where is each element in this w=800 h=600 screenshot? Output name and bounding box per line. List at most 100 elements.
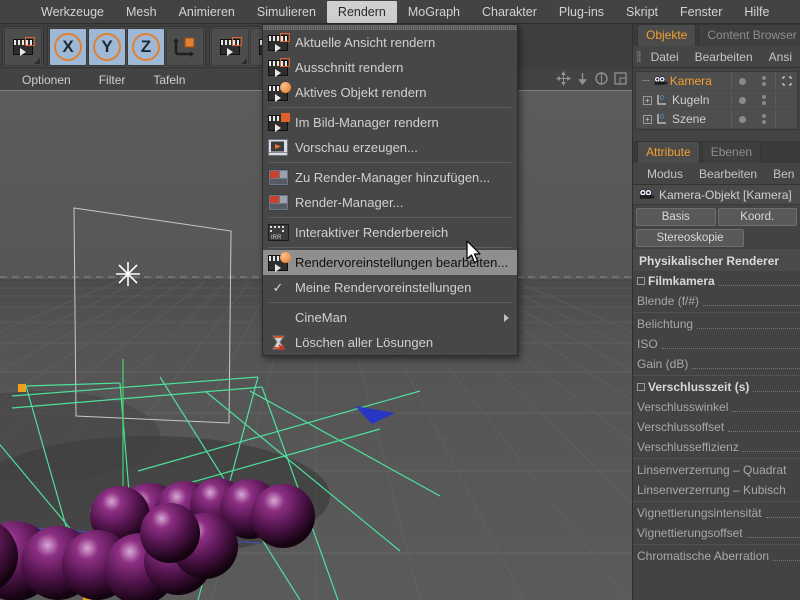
menu-item-label: Ausschnitt rendern — [295, 60, 404, 75]
object-tag-protection[interactable] — [775, 72, 797, 90]
object-manager-grip[interactable] — [637, 51, 641, 62]
prop-linsenverzerrung-quadrat[interactable]: Linsenverzerrung – Quadrat — [633, 460, 800, 480]
prop-iso[interactable]: ISO — [633, 334, 800, 354]
prop-chromatische-aberration[interactable]: Chromatische Aberration — [633, 546, 800, 566]
prop-verschlusszeit[interactable]: Verschlusszeit (s) — [633, 377, 800, 397]
world-object-axis-toggle[interactable] — [166, 27, 204, 66]
maximize-view-icon[interactable] — [613, 71, 628, 86]
tab-content-browser[interactable]: Content Browser — [698, 24, 800, 46]
expand-kugeln-icon[interactable]: + — [643, 95, 652, 105]
axis-x-toggle[interactable]: X — [49, 27, 87, 66]
prop-linsenverzerrung-kubisch[interactable]: Linsenverzerrung – Kubisch — [633, 480, 800, 500]
expand-szene-icon[interactable]: + — [643, 114, 652, 124]
property-separator — [633, 312, 800, 313]
prop-label: Verschlusszeit (s) — [648, 380, 750, 394]
am-menu-bearbeiten[interactable]: Bearbeiten — [691, 167, 765, 181]
menu-item-loeschen-aller-loesungen[interactable]: Löschen aller Lösungen — [263, 330, 517, 355]
pill-basis[interactable]: Basis — [636, 208, 716, 226]
menu-charakter[interactable]: Charakter — [471, 1, 548, 23]
object-visibility-dots[interactable] — [731, 110, 753, 128]
object-row-kugeln[interactable]: + 0 Kugeln — [636, 91, 797, 110]
viewport-menu-filter[interactable]: Filter — [85, 73, 140, 87]
om-menu-datei[interactable]: Datei — [643, 50, 687, 64]
menu-skript[interactable]: Skript — [615, 1, 669, 23]
menu-item-rendervoreinstellungen-bearbeiten[interactable]: Rendervoreinstellungen bearbeiten... — [263, 250, 517, 275]
menu-item-aktuelle-ansicht-rendern[interactable]: Aktuelle Ansicht rendern — [263, 30, 517, 55]
menu-item-cineman[interactable]: CineMan — [263, 305, 517, 330]
menu-item-meine-rendervoreinstellungen[interactable]: ✓ Meine Rendervoreinstellungen — [263, 275, 517, 300]
am-menu-modus[interactable]: Modus — [639, 167, 691, 181]
prop-blende[interactable]: Blende (f/#) — [633, 291, 800, 311]
pill-spacer — [746, 229, 797, 247]
menu-mograph[interactable]: MoGraph — [397, 1, 471, 23]
checkbox-icon[interactable] — [637, 277, 645, 285]
menu-item-im-bild-manager-rendern[interactable]: Im Bild-Manager rendern — [263, 110, 517, 135]
prop-vignettierungsintensitaet[interactable]: Vignettierungsintensität — [633, 503, 800, 523]
pill-stereoskopie[interactable]: Stereoskopie — [636, 229, 744, 247]
menu-item-aktives-objekt-rendern[interactable]: Aktives Objekt rendern — [263, 80, 517, 105]
object-visibility-dots[interactable] — [731, 72, 753, 90]
prop-label: Blende (f/#) — [637, 294, 700, 308]
axis-z-toggle[interactable]: Z — [127, 27, 165, 66]
render-active-view-button[interactable] — [211, 27, 249, 66]
prop-verschlusswinkel[interactable]: Verschlusswinkel — [633, 397, 800, 417]
object-render-dots[interactable] — [753, 110, 775, 128]
scale-view-icon[interactable] — [575, 71, 590, 86]
menu-rendern[interactable]: Rendern — [326, 0, 397, 23]
prop-verschlusseffizienz[interactable]: Verschlusseffizienz — [633, 437, 800, 457]
axis-y-toggle[interactable]: Y — [88, 27, 126, 66]
render-group — [2, 25, 44, 68]
menu-hilfe[interactable]: Hilfe — [733, 1, 780, 23]
add-render-queue-icon — [265, 167, 291, 189]
om-menu-bearbeiten[interactable]: Bearbeiten — [687, 50, 761, 64]
menu-fenster[interactable]: Fenster — [669, 1, 733, 23]
render-queue-icon — [265, 192, 291, 214]
object-manager-tabs: Objekte Content Browser S — [633, 24, 800, 46]
rotate-view-icon[interactable] — [594, 71, 609, 86]
attribute-property-list: Filmkamera Blende (f/#) Belichtung ISO G… — [633, 271, 800, 566]
object-render-dots[interactable] — [753, 72, 775, 90]
menu-animieren[interactable]: Animieren — [168, 1, 246, 23]
prop-gain[interactable]: Gain (dB) — [633, 354, 800, 374]
menu-separator — [269, 162, 511, 163]
prop-filmkamera[interactable]: Filmkamera — [633, 271, 800, 291]
prop-vignettierungsoffset[interactable]: Vignettierungsoffset — [633, 523, 800, 543]
object-row-kamera[interactable]: ─ Kamera — [636, 72, 797, 91]
menu-plugins[interactable]: Plug-ins — [548, 1, 615, 23]
light-area-wireframe — [73, 207, 232, 424]
am-menu-benutzerdaten[interactable]: Ben — [765, 167, 800, 181]
axis-z-icon: Z — [132, 32, 160, 61]
object-visibility-dots[interactable] — [731, 91, 753, 109]
move-view-icon[interactable] — [556, 71, 571, 86]
menu-item-zu-render-manager-hinzufuegen[interactable]: Zu Render-Manager hinzufügen... — [263, 165, 517, 190]
prop-verschlussoffset[interactable]: Verschlussoffset — [633, 417, 800, 437]
viewport-menu-tafeln[interactable]: Tafeln — [139, 73, 199, 87]
cineman-icon — [265, 307, 291, 329]
menu-item-label: Aktives Objekt rendern — [295, 85, 427, 100]
tab-attribute[interactable]: Attribute — [637, 141, 700, 163]
menu-item-render-manager[interactable]: Render-Manager... — [263, 190, 517, 215]
menu-item-ausschnitt-rendern[interactable]: Ausschnitt rendern — [263, 55, 517, 80]
prop-label: Chromatische Aberration — [637, 549, 770, 563]
checkbox-icon[interactable] — [637, 383, 645, 391]
render-view-button[interactable] — [4, 27, 42, 66]
render-object-icon — [265, 81, 291, 104]
om-menu-ansicht[interactable]: Ansi — [761, 50, 800, 64]
right-panel: Objekte Content Browser S Datei Bearbeit… — [632, 24, 800, 600]
menu-separator — [269, 217, 511, 218]
menu-item-vorschau-erzeugen[interactable]: Vorschau erzeugen... — [263, 135, 517, 160]
menu-item-label: Interaktiver Renderbereich — [295, 225, 449, 240]
viewport-nav-icons — [556, 71, 628, 86]
menu-item-interaktiver-renderbereich[interactable]: IRR Interaktiver Renderbereich — [263, 220, 517, 245]
viewport-menu-optionen[interactable]: Optionen — [8, 73, 85, 87]
menu-simulieren[interactable]: Simulieren — [246, 1, 327, 23]
menu-werkzeuge[interactable]: Werkzeuge — [30, 1, 115, 23]
pill-koord[interactable]: Koord. — [717, 208, 797, 226]
tab-ebenen[interactable]: Ebenen — [701, 141, 762, 163]
object-render-dots[interactable] — [753, 91, 775, 109]
tab-objekte[interactable]: Objekte — [637, 24, 697, 46]
prop-belichtung[interactable]: Belichtung — [633, 314, 800, 334]
menu-mesh[interactable]: Mesh — [115, 1, 168, 23]
object-row-szene[interactable]: + 0 Szene — [636, 110, 797, 129]
picture-viewer-icon — [265, 112, 291, 134]
